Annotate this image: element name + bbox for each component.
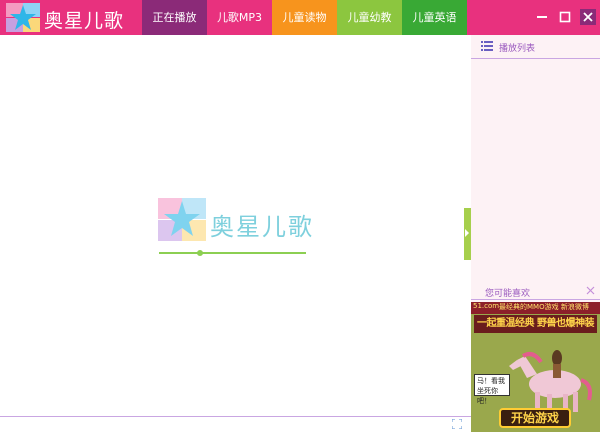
app-title: 奥星儿歌 xyxy=(44,10,125,32)
tab-songs-mp3[interactable]: 儿歌MP3 xyxy=(207,0,272,35)
player-title: 奥星儿歌 xyxy=(210,213,314,241)
ad-banner[interactable]: 51.com 最经典的MMO游戏 新浪微博 一起重温经典 野兽也爆神装 马！看我… xyxy=(471,302,600,432)
playlist-label: 播放列表 xyxy=(499,44,536,54)
close-icon[interactable] xyxy=(586,286,595,295)
tab-early-education[interactable]: 儿童幼教 xyxy=(337,0,402,35)
recommendations-header: 您可能喜欢 xyxy=(471,283,600,300)
horse-illustration-icon xyxy=(509,350,592,412)
app-logo-icon xyxy=(6,3,40,32)
close-icon[interactable] xyxy=(580,9,596,25)
tab-kids-english[interactable]: 儿童英语 xyxy=(402,0,467,35)
tab-kids-reading[interactable]: 儿童读物 xyxy=(272,0,337,35)
player-area: 奥星儿歌 xyxy=(0,35,471,432)
ad-top-text: 最经典的MMO游戏 新浪微博 xyxy=(499,303,589,311)
window-controls xyxy=(534,9,596,25)
progress-handle[interactable] xyxy=(197,250,203,256)
divider xyxy=(0,416,471,417)
recommendations-label: 您可能喜欢 xyxy=(485,289,531,299)
player-logo-icon xyxy=(158,198,206,241)
side-panel: 播放列表 您可能喜欢 51.com 最经典的MMO游戏 新浪微博 一起重温经典 … xyxy=(471,35,600,432)
ad-headline: 一起重温经典 野兽也爆神装 xyxy=(474,315,597,333)
ad-source: 51.com xyxy=(473,302,500,310)
main-nav: 正在播放 儿歌MP3 儿童读物 儿童幼教 儿童英语 xyxy=(142,0,467,35)
minimize-icon[interactable] xyxy=(534,9,550,25)
fullscreen-icon[interactable] xyxy=(452,419,462,429)
maximize-icon[interactable] xyxy=(557,9,573,25)
tab-now-playing[interactable]: 正在播放 xyxy=(142,0,207,35)
ad-speech-bubble: 马！看我坐死你吧！ xyxy=(474,374,510,405)
progress-bar[interactable] xyxy=(159,252,306,254)
playlist-header[interactable]: 播放列表 xyxy=(471,35,600,59)
start-game-button[interactable]: 开始游戏 xyxy=(499,408,571,428)
collapse-panel-button[interactable] xyxy=(464,208,471,260)
list-icon xyxy=(481,41,493,51)
title-bar: 奥星儿歌 正在播放 儿歌MP3 儿童读物 儿童幼教 儿童英语 xyxy=(0,0,600,35)
